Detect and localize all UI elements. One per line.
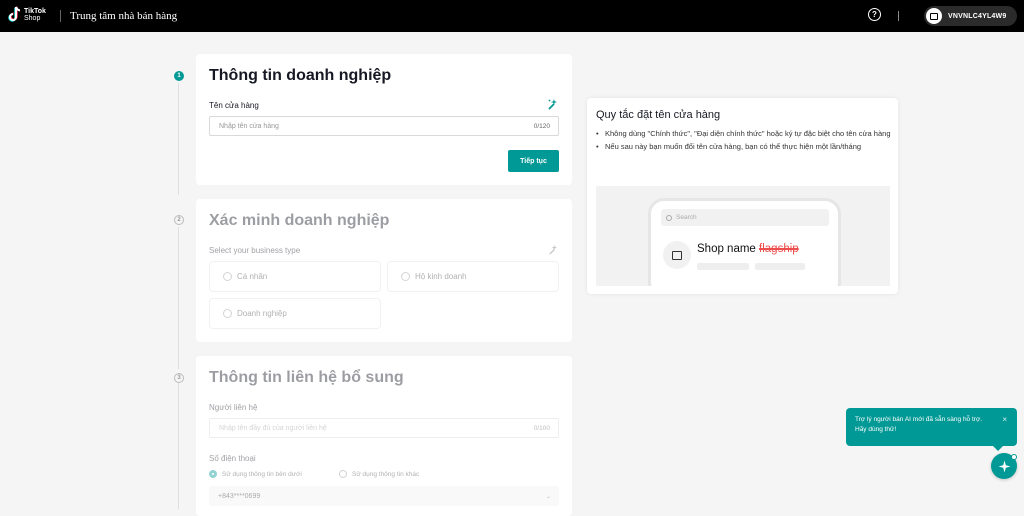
business-type-label: Select your business type [209, 246, 301, 255]
phone-mockup: Search Shop name flagship [648, 198, 841, 286]
phone-value: +843****0699 [218, 492, 261, 500]
close-icon[interactable]: × [1002, 415, 1007, 425]
store-name-placeholder: Nhập tên cửa hàng [219, 122, 279, 130]
naming-rules-card: Quy tắc đặt tên cửa hàng Không dùng "Chí… [587, 98, 898, 294]
option-label: Sử dụng thông tin bên dưới [222, 470, 302, 478]
continue-button[interactable]: Tiếp tục [508, 150, 559, 172]
placeholder-bar [697, 263, 749, 270]
step-indicator-2: 2 [174, 215, 184, 225]
ai-assistant-tooltip: Trợ lý người bán AI mới đã sẵn sàng hỗ t… [846, 408, 1017, 451]
rule-item: Không dùng "Chính thức", "Đại diện chính… [596, 127, 891, 140]
business-type-option-household[interactable]: Hộ kinh doanh [387, 261, 559, 292]
phone-option-use-other[interactable]: Sử dụng thông tin khác [339, 470, 419, 478]
preview-shop-label: Shop name [697, 243, 756, 255]
step-indicator-3: 3 [174, 373, 184, 383]
account-name: VNVNLC4YL4W9 [948, 12, 1007, 20]
rules-title: Quy tắc đặt tên cửa hàng [596, 109, 721, 121]
divider [898, 11, 899, 21]
contact-person-label: Người liên hệ [209, 403, 258, 412]
shop-name-preview: Search Shop name flagship [596, 186, 890, 286]
radio-icon [401, 272, 410, 281]
section-title: Thông tin liên hệ bổ sung [209, 369, 404, 386]
page-title: Trung tâm nhà bán hàng [70, 10, 178, 22]
chevron-down-icon: ⌄ [545, 493, 551, 500]
store-name-label: Tên cửa hàng [209, 101, 259, 110]
account-menu-button[interactable]: VNVNLC4YL4W9 [924, 6, 1017, 26]
contact-person-placeholder: Nhập tên đầy đủ của người liên hệ [219, 424, 327, 432]
phone-label: Số điện thoại [209, 454, 256, 463]
step-connector [178, 83, 179, 195]
phone-select[interactable]: +843****0699 ⌄ [209, 486, 559, 506]
radio-icon [223, 272, 232, 281]
sparkle-icon [998, 460, 1010, 472]
logo-text-tiktok: TikTok [24, 8, 46, 15]
help-icon[interactable]: ? [868, 8, 881, 21]
tiktok-shop-logo[interactable]: TikTok Shop [8, 6, 46, 24]
business-type-option-company[interactable]: Doanh nghiệp [209, 298, 381, 329]
preview-shop-name: Shop name flagship [697, 243, 799, 255]
option-label: Doanh nghiệp [237, 309, 287, 318]
divider [60, 10, 61, 22]
search-icon [666, 214, 672, 221]
preview-search-bar: Search [661, 209, 829, 226]
business-type-option-individual[interactable]: Cá nhân [209, 261, 381, 292]
option-label: Sử dụng thông tin khác [352, 470, 420, 478]
section-title: Xác minh doanh nghiệp [209, 212, 390, 229]
store-name-input[interactable]: Nhập tên cửa hàng 0/120 [209, 116, 559, 136]
rule-item: Nếu sau này bạn muốn đổi tên cửa hàng, b… [596, 140, 891, 153]
radio-icon [223, 309, 232, 318]
additional-contact-card: Thông tin liên hệ bổ sung Người liên hệ … [196, 356, 572, 516]
char-counter: 0/100 [533, 424, 550, 432]
section-title: Thông tin doanh nghiệp [209, 67, 392, 84]
rules-list: Không dùng "Chính thức", "Đại diện chính… [596, 127, 891, 153]
step-connector [178, 227, 179, 369]
search-placeholder: Search [676, 214, 697, 221]
ai-suggest-icon [549, 244, 558, 255]
option-label: Cá nhân [237, 272, 268, 281]
radio-checked-icon [209, 470, 217, 478]
top-bar: TikTok Shop Trung tâm nhà bán hàng ? VNV… [0, 0, 1024, 32]
preview-strike-word: flagship [759, 243, 799, 255]
business-info-card: Thông tin doanh nghiệp Tên cửa hàng Nhập… [196, 54, 572, 185]
ai-assistant-message: Trợ lý người bán AI mới đã sẵn sàng hỗ t… [855, 416, 983, 433]
placeholder-bar [755, 263, 805, 270]
radio-icon [339, 470, 347, 478]
step-indicator-1: 1 [174, 71, 184, 81]
shop-icon [663, 241, 691, 269]
notification-dot [1011, 454, 1017, 460]
char-counter: 0/120 [533, 122, 550, 130]
step-connector [178, 383, 179, 509]
store-avatar-icon [926, 8, 942, 24]
option-label: Hộ kinh doanh [415, 272, 467, 281]
contact-person-input[interactable]: Nhập tên đầy đủ của người liên hệ 0/100 [209, 418, 559, 438]
ai-suggest-icon[interactable] [546, 98, 558, 110]
business-verification-card: Xác minh doanh nghiệp Select your busine… [196, 199, 572, 342]
ai-assistant-button[interactable] [991, 453, 1017, 479]
tiktok-logo-icon [8, 6, 21, 22]
logo-text-shop: Shop [24, 15, 41, 22]
phone-option-use-below[interactable]: Sử dụng thông tin bên dưới [209, 470, 302, 478]
